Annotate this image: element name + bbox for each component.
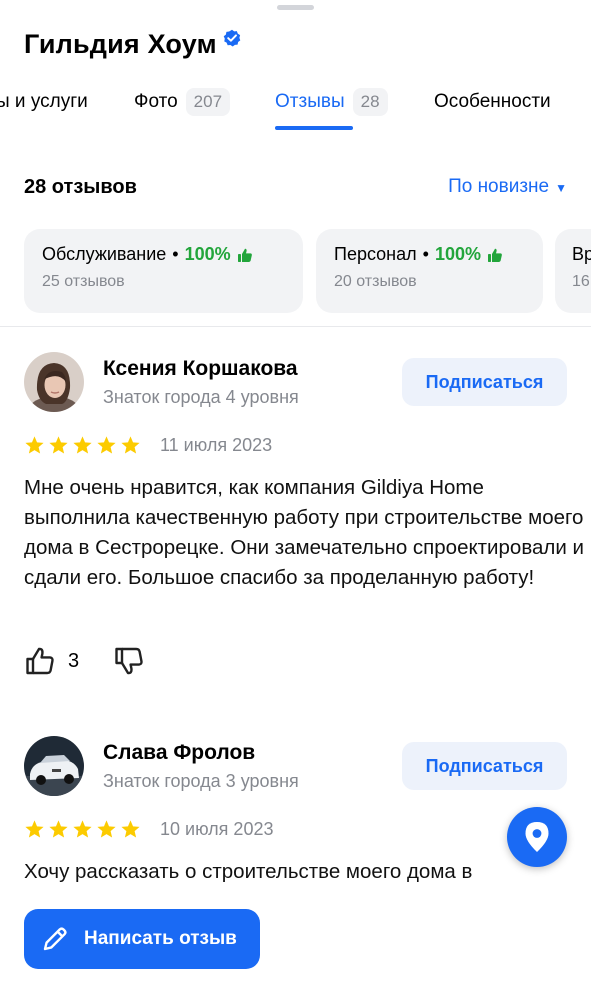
- bullet-separator: •: [172, 244, 179, 264]
- aspect-card-staff[interactable]: Персонал • 100% 20 отзывов: [316, 229, 543, 313]
- star-icon: [97, 436, 116, 454]
- tab-bar: ы и услуги Фото 207 Отзывы 28 Особенност…: [0, 84, 591, 134]
- rating-row: 11 июля 2023: [24, 435, 272, 456]
- review-text: Хочу рассказать о строительстве моего до…: [24, 860, 473, 883]
- star-icon: [73, 820, 92, 838]
- thumbs-up-icon: [237, 248, 252, 262]
- subscribe-button[interactable]: Подписаться: [402, 742, 567, 790]
- map-pin-button[interactable]: [507, 807, 567, 867]
- tab-photos[interactable]: Фото 207: [134, 84, 231, 120]
- active-tab-indicator: [275, 126, 353, 130]
- tab-reviews[interactable]: Отзывы 28: [275, 84, 388, 120]
- sheet-grabber[interactable]: [277, 5, 314, 10]
- author-name[interactable]: Слава Фролов: [103, 741, 255, 765]
- star-icon: [97, 820, 116, 838]
- aspect-title: Вр: [572, 244, 591, 264]
- avatar-photo: [24, 352, 84, 412]
- reviews-count: 28 отзывов: [24, 175, 137, 198]
- tab-count-badge: 207: [185, 88, 231, 116]
- tab-label: ы и услуги: [0, 91, 88, 112]
- aspect-subtitle: 16: [572, 273, 590, 290]
- review-date: 11 июля 2023: [160, 435, 273, 455]
- rating-row: 10 июля 2023: [24, 819, 273, 840]
- sort-dropdown[interactable]: По новизне ▼: [448, 176, 567, 198]
- aspect-percent: 100%: [184, 244, 231, 264]
- author-avatar[interactable]: [24, 736, 84, 796]
- aspect-card-service[interactable]: Обслуживание • 100% 25 отзывов: [24, 229, 303, 313]
- org-header: Гильдия Хоум: [24, 26, 241, 62]
- org-card-sheet: Гильдия Хоум ы и услуги Фото 207 Отзывы …: [0, 0, 591, 981]
- author-level: Знаток города 3 уровня: [103, 771, 299, 791]
- aspect-title: Обслуживание: [42, 244, 167, 264]
- aspect-subtitle: 25 отзывов: [42, 273, 125, 290]
- review-card: Слава Фролов Знаток города 3 уровня Подп…: [24, 736, 567, 896]
- reviews-summary-row: 28 отзывов По новизне ▼: [24, 172, 567, 202]
- sort-label: По новизне: [448, 176, 550, 197]
- section-divider: [0, 326, 591, 327]
- thumbs-down-icon[interactable]: [113, 645, 145, 677]
- aspect-subtitle: 20 отзывов: [334, 273, 417, 290]
- star-icon: [49, 436, 68, 454]
- tab-services[interactable]: ы и услуги: [0, 84, 88, 120]
- map-pin-icon: [525, 822, 549, 852]
- star-icon: [25, 820, 44, 838]
- tab-features[interactable]: Особенности: [434, 84, 551, 120]
- aspect-title: Персонал: [334, 244, 417, 264]
- star-icon: [73, 436, 92, 454]
- bullet-separator: •: [422, 244, 429, 264]
- write-review-label: Написать отзыв: [84, 928, 237, 949]
- aspect-card-partial[interactable]: Вр 16: [555, 229, 591, 313]
- star-icon: [25, 436, 44, 454]
- review-reactions: 3: [24, 645, 145, 677]
- tab-label: Фото: [134, 91, 178, 112]
- star-icon: [121, 436, 140, 454]
- pencil-icon: [43, 927, 67, 951]
- thumbs-up-icon[interactable]: [24, 645, 56, 677]
- write-review-button[interactable]: Написать отзыв: [24, 909, 260, 969]
- verified-badge-icon: [223, 29, 241, 47]
- review-date: 10 июля 2023: [160, 819, 274, 839]
- thumbs-up-icon: [488, 248, 502, 262]
- subscribe-button[interactable]: Подписаться: [402, 358, 567, 406]
- star-icon: [49, 820, 68, 838]
- aspect-percent: 100%: [434, 244, 481, 264]
- star-icon: [121, 820, 140, 838]
- author-avatar[interactable]: [24, 352, 84, 412]
- like-count: 3: [68, 649, 80, 672]
- avatar-photo: [24, 736, 84, 796]
- author-level: Знаток города 4 уровня: [103, 387, 299, 407]
- org-name: Гильдия Хоум: [24, 28, 217, 59]
- tab-label: Отзывы: [275, 91, 345, 112]
- author-name[interactable]: Ксения Коршакова: [103, 357, 298, 381]
- tab-label: Особенности: [434, 91, 551, 112]
- star-rating: [24, 435, 141, 456]
- review-card: Ксения Коршакова Знаток города 4 уровня …: [24, 352, 584, 682]
- review-text: Мне очень нравится, как компания Gildiya…: [24, 476, 584, 589]
- caret-down-icon: ▼: [555, 181, 567, 195]
- star-rating: [24, 819, 141, 840]
- tab-count-badge: 28: [352, 88, 388, 116]
